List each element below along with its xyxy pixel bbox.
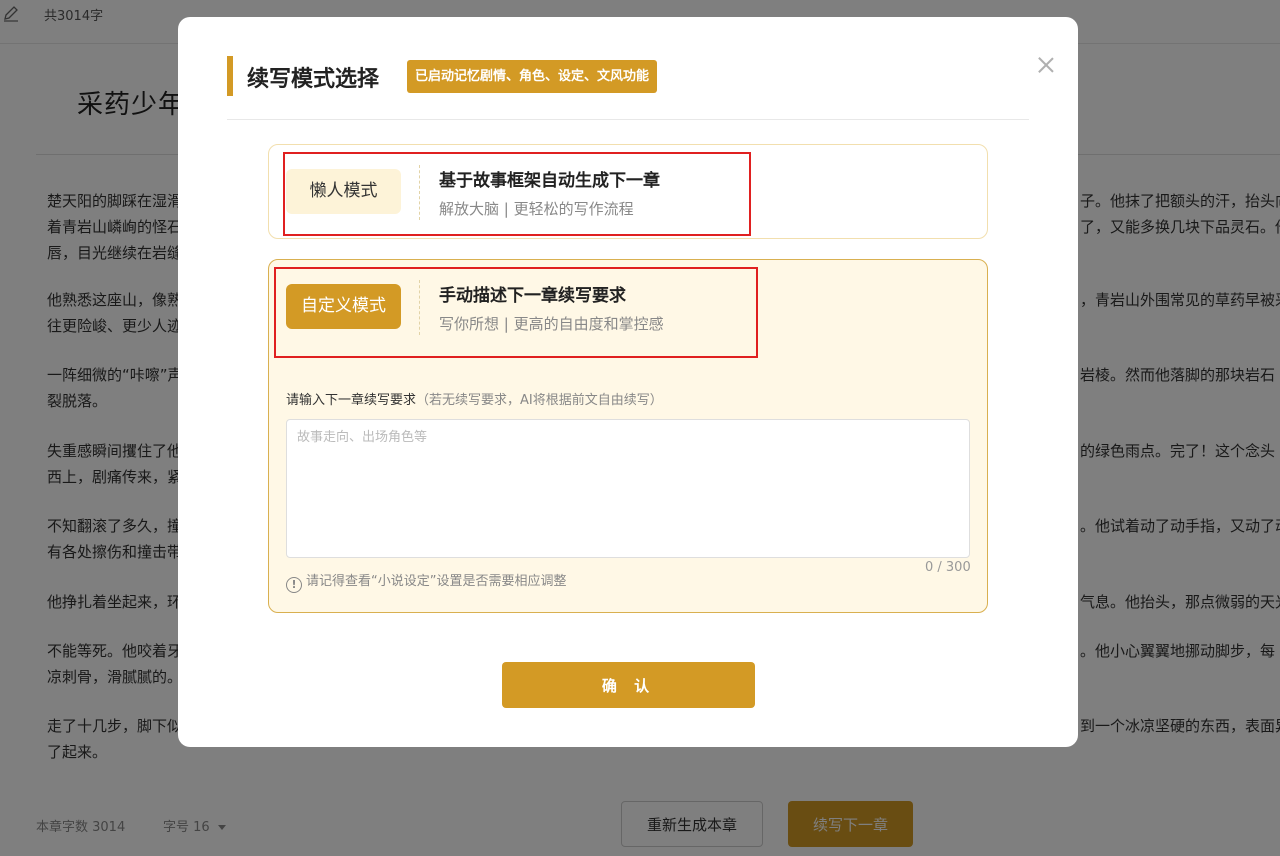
- settings-tip: ! 请记得查看“小说设定”设置是否需要相应调整: [286, 570, 566, 593]
- settings-tip-text: 请记得查看“小说设定”设置是否需要相应调整: [306, 574, 567, 589]
- header-divider: [227, 119, 1029, 120]
- requirement-label-text: 请输入下一章续写要求: [286, 393, 417, 408]
- info-icon: !: [286, 577, 302, 593]
- highlight-annotation-box: [274, 267, 758, 358]
- memory-status-badge: 已启动记忆剧情、角色、设定、文风功能: [407, 60, 658, 93]
- character-counter: 0 / 300: [925, 560, 971, 575]
- continuation-mode-dialog: 续写模式选择 已启动记忆剧情、角色、设定、文风功能 懒人模式 基于故事框架自动生…: [178, 17, 1078, 747]
- requirement-hint: （若无续写要求，AI将根据前文自由续写）: [416, 393, 663, 408]
- requirement-label: 请输入下一章续写要求（若无续写要求，AI将根据前文自由续写）: [286, 389, 663, 408]
- close-icon[interactable]: [1035, 55, 1057, 77]
- confirm-button[interactable]: 确 认: [502, 662, 755, 708]
- dialog-title: 续写模式选择: [247, 67, 380, 92]
- title-accent-bar: [227, 56, 233, 96]
- requirement-input[interactable]: [286, 419, 970, 558]
- highlight-annotation-box: [283, 152, 751, 236]
